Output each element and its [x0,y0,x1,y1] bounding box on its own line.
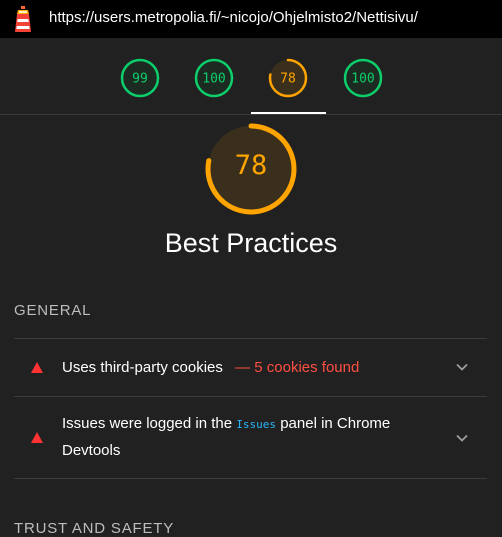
divider [14,478,487,479]
audit-display-value: — 5 cookies found [235,359,360,376]
tabs-divider [0,114,502,115]
chevron-down-icon[interactable] [455,431,469,445]
gauge-icon: 100 [343,58,383,98]
report-topbar: https://users.metropolia.fi/~nicojo/Ohje… [0,0,502,38]
audit-title: Issues were logged in the Issues panel i… [62,411,422,464]
gauge-icon: 99 [120,58,160,98]
report-url-link[interactable]: https://users.metropolia.fi/~nicojo/Ohje… [49,9,418,26]
tab-seo[interactable]: 100 [343,58,383,98]
lighthouse-logo-icon [15,6,31,32]
tab-score: 78 [280,72,296,87]
audit-issues-logged[interactable]: Issues were logged in the Issues panel i… [14,397,487,478]
fail-triangle-icon [31,362,43,373]
gauge-icon: 78 [268,58,308,98]
category-tabs: 99 100 78 100 [0,38,502,114]
tab-score: 99 [132,72,148,87]
fail-triangle-icon [31,432,43,443]
tab-score: 100 [351,72,374,87]
audit-third-party-cookies[interactable]: Uses third-party cookies — 5 cookies fou… [14,339,487,396]
chevron-down-icon[interactable] [455,360,469,374]
tab-performance[interactable]: 99 [120,58,160,98]
audit-title-text: Uses third-party cookies [62,359,223,376]
audit-title: Uses third-party cookies — 5 cookies fou… [62,355,359,381]
audit-title-text-start: Issues were logged in the [62,415,237,432]
tab-accessibility[interactable]: 100 [194,58,234,98]
audit-title-code: Issues [236,418,277,431]
tab-best-practices[interactable]: 78 [268,58,308,98]
group-title-trust-and-safety: TRUST AND SAFETY [14,520,175,537]
group-title-general: GENERAL [14,302,92,319]
category-score: 78 [234,150,268,181]
category-title: Best Practices [164,228,338,258]
gauge-icon: 100 [194,58,234,98]
tab-score: 100 [202,72,225,87]
